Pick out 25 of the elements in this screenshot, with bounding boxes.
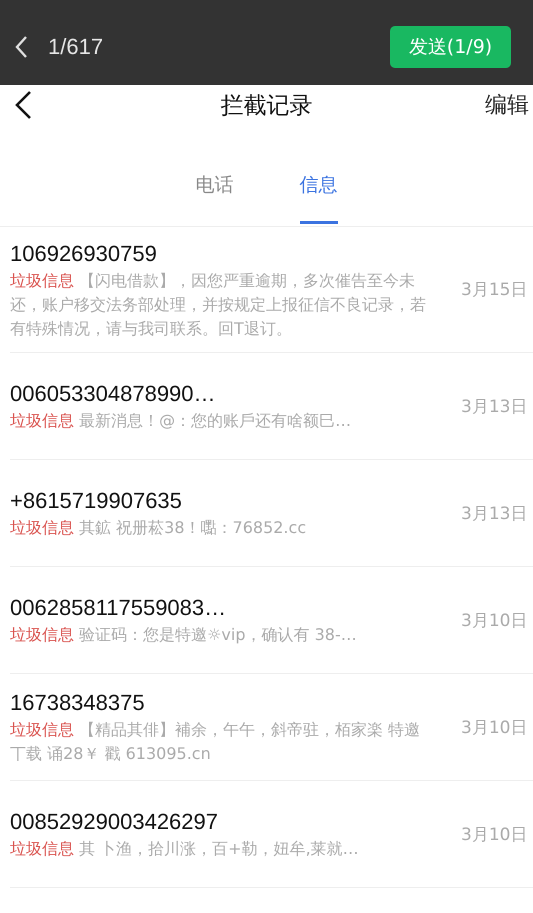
tab[interactable]: 电话 [196,170,234,224]
message-date: 3月10日 [461,610,528,632]
message-date: 3月10日 [461,716,528,738]
page-counter: 1/617 [48,34,104,60]
message-preview: 垃圾信息 最新消息！@：您的账戶还有啥额巳… [10,410,352,432]
tab[interactable]: 信息 [300,170,338,224]
message-preview: 垃圾信息 【闪电借款】，因您严重逾期，多次催告至今未还，账户移交法务部处理，并按规定上报征信不良记录，若有特殊情况，请与我司联系。回T退订。 [10,270,427,340]
sender-number: +8615719907635 [10,487,183,515]
message-preview: 垃圾信息 其 卜渔，拾川涨，百+勒，妞牟,莱就… [10,838,360,860]
message-preview: 垃圾信息 【精品其俳】補余，午午，斜帝驻，栢家楽 特邀丅载 诵28￥ 戳 613095.cn [10,719,422,765]
sender-number: 0062858117559083… [10,594,228,622]
sender-number: 106926930759 [10,240,158,268]
sender-number: 16738348375 [10,689,146,717]
message-date: 3月13日 [461,396,528,418]
send-button[interactable]: 发送(1/9) [390,26,511,68]
message-date: 3月10日 [461,824,528,846]
edit-button[interactable]: 编辑 [485,90,529,120]
message-preview: 垃圾信息 验证码：您是特邀☼vip，确认有 38-… [10,624,358,646]
message-date: 3月13日 [461,502,528,524]
page-title: 拦截记录 [220,92,314,120]
sender-number: 006053304878990… [10,380,217,408]
sender-number: 00852929003426297 [10,808,220,836]
message-preview: 垃圾信息 其鉱 祝册菘38！嚸：76852.cc [10,517,308,539]
back-icon[interactable] [14,90,32,120]
message-date: 3月15日 [461,279,528,301]
